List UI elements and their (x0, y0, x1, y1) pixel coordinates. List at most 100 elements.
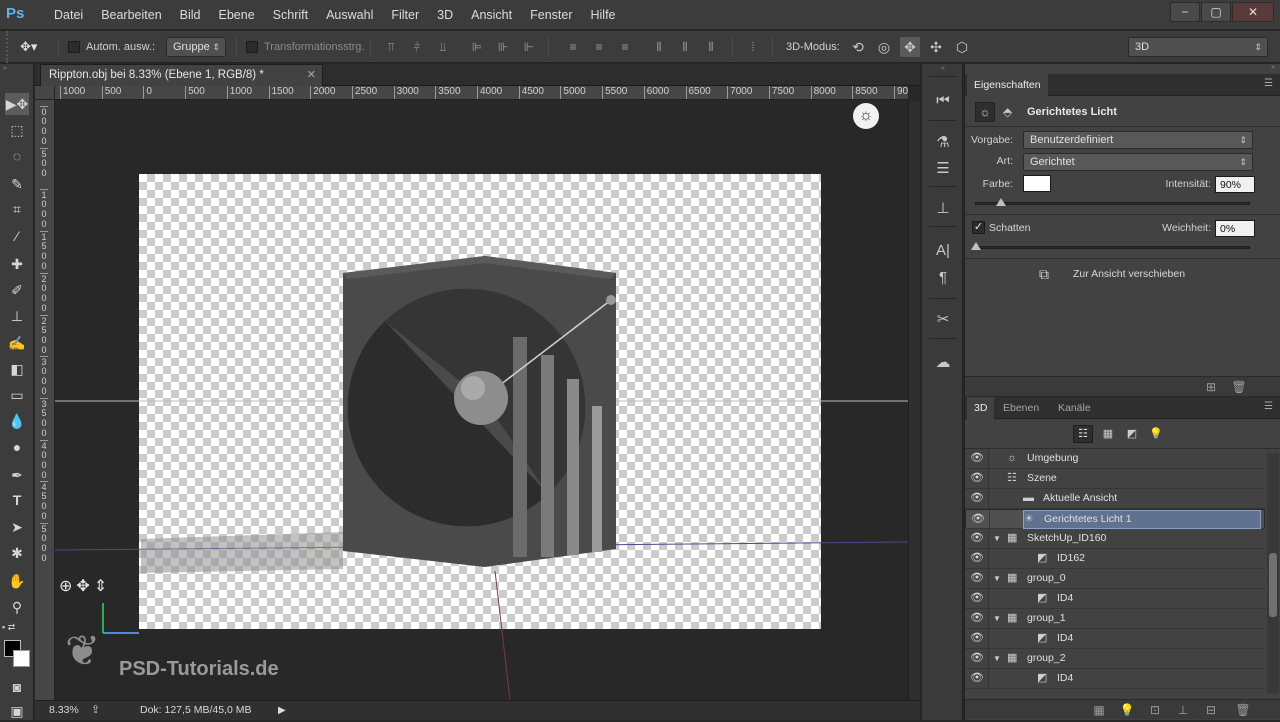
tab-3d[interactable]: 3D (967, 397, 995, 419)
paragraph-panel-icon[interactable]: ¶ (931, 267, 955, 289)
disclosure-triangle-icon[interactable]: ▼ (993, 529, 1001, 548)
path-selection-tool-icon[interactable]: ➤ (5, 516, 29, 538)
workspace-dropdown[interactable]: 3D ⇕ (1128, 37, 1268, 57)
distribute-hcenter-icon[interactable]: ⦀ (678, 40, 692, 54)
pen-tool-icon[interactable]: ✒ (5, 464, 29, 486)
character-panel-icon[interactable]: A| (931, 240, 955, 262)
menu-3d[interactable]: 3D (428, 0, 462, 30)
status-menu-arrow-icon[interactable]: ▶ (278, 701, 286, 720)
eye-icon[interactable]: 👁 (969, 669, 985, 688)
disclosure-triangle-icon[interactable]: ▼ (993, 649, 1001, 668)
menu-datei[interactable]: Datei (45, 0, 92, 30)
visibility-cell[interactable]: 👁 (965, 549, 989, 569)
vertical-ruler[interactable]: 0000500100015002000250030003500400045005… (35, 100, 55, 700)
menu-fenster[interactable]: Fenster (521, 0, 581, 30)
menu-bearbeiten[interactable]: Bearbeiten (92, 0, 170, 30)
new-item-icon[interactable]: ⊞ (1201, 377, 1221, 397)
marquee-tool-icon[interactable]: ⬚ (5, 119, 29, 141)
maximize-button[interactable]: ▢ (1201, 2, 1231, 22)
softness-input[interactable]: 0% (1215, 220, 1255, 237)
eye-icon[interactable]: 👁 (969, 469, 985, 488)
align-right-icon[interactable]: ⊩ (522, 40, 536, 54)
slide-3d-icon[interactable]: ✣ (926, 37, 946, 57)
softness-slider[interactable] (971, 242, 1250, 250)
softness-slider-thumb[interactable] (971, 242, 981, 250)
visibility-cell[interactable]: 👁 (965, 529, 989, 549)
brush-presets-icon[interactable]: ⚗ (931, 132, 955, 154)
3d-list-scrollbar[interactable] (1267, 453, 1279, 693)
3d-layer-row[interactable]: 👁 ▼ ▦ group_2 (965, 649, 1265, 669)
eye-icon[interactable]: 👁 (969, 649, 985, 668)
menu-schrift[interactable]: Schrift (264, 0, 317, 30)
menu-ansicht[interactable]: Ansicht (462, 0, 521, 30)
swap-colors-icon[interactable]: ▪ ⇄ (2, 622, 32, 634)
distribute-vcenter-icon[interactable]: ≡ (592, 40, 606, 54)
close-window-button[interactable]: ✕ (1232, 2, 1274, 22)
move-tool-preset-icon[interactable]: ✥▾ (20, 38, 50, 56)
3d-layer-row[interactable]: 👁 ▼ ▦ group_0 (965, 569, 1265, 589)
eraser-tool-icon[interactable]: ◧ (5, 358, 29, 380)
horizontal-ruler[interactable]: 1000 500 0 500 1000 1500 2000 2500 3000 3500 4000 4… (55, 86, 908, 100)
menu-hilfe[interactable]: Hilfe (582, 0, 625, 30)
move-to-view-button[interactable]: Zur Ansicht verschieben (1073, 266, 1185, 282)
options-grip[interactable] (6, 31, 12, 63)
close-tab-icon[interactable]: ✕ (307, 65, 316, 86)
adjustments-icon[interactable]: ☰ (931, 158, 955, 180)
tool-presets-icon[interactable]: ✂ (931, 309, 955, 331)
eyedropper-tool-icon[interactable]: ⁄ (5, 225, 29, 247)
eye-icon[interactable]: 👁 (969, 569, 985, 588)
intensity-slider[interactable] (975, 198, 1250, 206)
collapse-icon[interactable]: » (3, 65, 31, 72)
3d-layer-row[interactable]: 👁 ☷ Szene (965, 469, 1265, 489)
document-tab[interactable]: Rippton.obj bei 8.33% (Ebene 1, RGB/8) *… (40, 64, 323, 86)
minimize-button[interactable]: − (1170, 2, 1200, 22)
pan-3d-icon[interactable]: ✥ (900, 37, 920, 57)
quick-select-tool-icon[interactable]: ✎ (5, 173, 29, 195)
3d-layer-row[interactable]: 👁 ▼ ▦ group_1 (965, 609, 1265, 629)
ground-plane-icon[interactable]: ⊥ (1173, 700, 1193, 720)
light-properties-icon[interactable]: ☼ (975, 102, 995, 122)
quick-mask-icon[interactable]: ◙ (5, 676, 29, 698)
delete-mesh-icon[interactable]: ⊟ (1201, 700, 1221, 720)
canvas-area[interactable]: ⊕✥⇕ ❦ PSD-Tutorials.de ☼ (55, 101, 908, 700)
clone-stamp-tool-icon[interactable]: ⊥ (5, 305, 29, 327)
healing-brush-tool-icon[interactable]: ✚ (5, 253, 29, 275)
type-tool-icon[interactable]: T (5, 489, 29, 511)
collapse-panel-icon[interactable]: » (965, 64, 1280, 72)
tab-properties[interactable]: Eigenschaften (967, 74, 1048, 96)
intensity-slider-thumb[interactable] (995, 198, 1006, 206)
eye-icon[interactable]: 👁 (969, 609, 985, 628)
materials-filter-icon[interactable]: ◩ (1123, 425, 1141, 443)
gradient-tool-icon[interactable]: ▭ (5, 384, 29, 406)
shadow-checkbox[interactable]: ✓ (972, 221, 985, 234)
align-hcenter-icon[interactable]: ⊪ (496, 40, 510, 54)
disclosure-triangle-icon[interactable]: ▼ (993, 609, 1001, 628)
align-bottom-icon[interactable]: ⫫ (436, 40, 450, 54)
history-brush-tool-icon[interactable]: ✍ (5, 332, 29, 354)
dodge-tool-icon[interactable]: ● (5, 436, 29, 458)
3d-layer-row[interactable]: 👁 ▬ Aktuelle Ansicht (965, 489, 1265, 509)
ruler-origin[interactable] (35, 86, 55, 100)
3d-axis-widget-icons[interactable]: ⊕✥⇕ (59, 576, 111, 596)
visibility-cell[interactable]: 👁 (965, 469, 989, 489)
3d-scene[interactable] (55, 101, 908, 700)
tab-ebenen[interactable]: Ebenen (996, 397, 1046, 419)
light-widget-icon[interactable]: ☼ (853, 103, 879, 129)
coordinates-icon[interactable]: ⬘ (1003, 102, 1017, 122)
roll-3d-icon[interactable]: ◎ (874, 37, 894, 57)
visibility-cell[interactable]: 👁 (965, 589, 989, 609)
3d-layer-row[interactable]: 👁 ▼ ▦ SketchUp_ID160 (965, 529, 1265, 549)
visibility-cell[interactable]: 👁 (965, 489, 989, 509)
menu-bild[interactable]: Bild (171, 0, 210, 30)
orbit-3d-icon[interactable]: ⟲ (848, 37, 868, 57)
screen-mode-icon[interactable]: ▣ (5, 700, 29, 722)
history-panel-icon[interactable]: ⏮ (931, 90, 955, 112)
eye-icon[interactable]: 👁 (970, 510, 986, 529)
3d-layer-row[interactable]: 👁 ☀ Gerichtetes Licht 1 (965, 509, 1265, 530)
eye-icon[interactable]: 👁 (969, 589, 985, 608)
canvas-scrollbar[interactable] (908, 101, 920, 700)
transform-controls-checkbox[interactable] (246, 41, 258, 53)
move-tool-icon[interactable]: ▶✥ (5, 93, 29, 115)
hand-tool-icon[interactable]: ✋ (5, 570, 29, 592)
creative-cloud-icon[interactable]: ☁ (931, 352, 955, 374)
